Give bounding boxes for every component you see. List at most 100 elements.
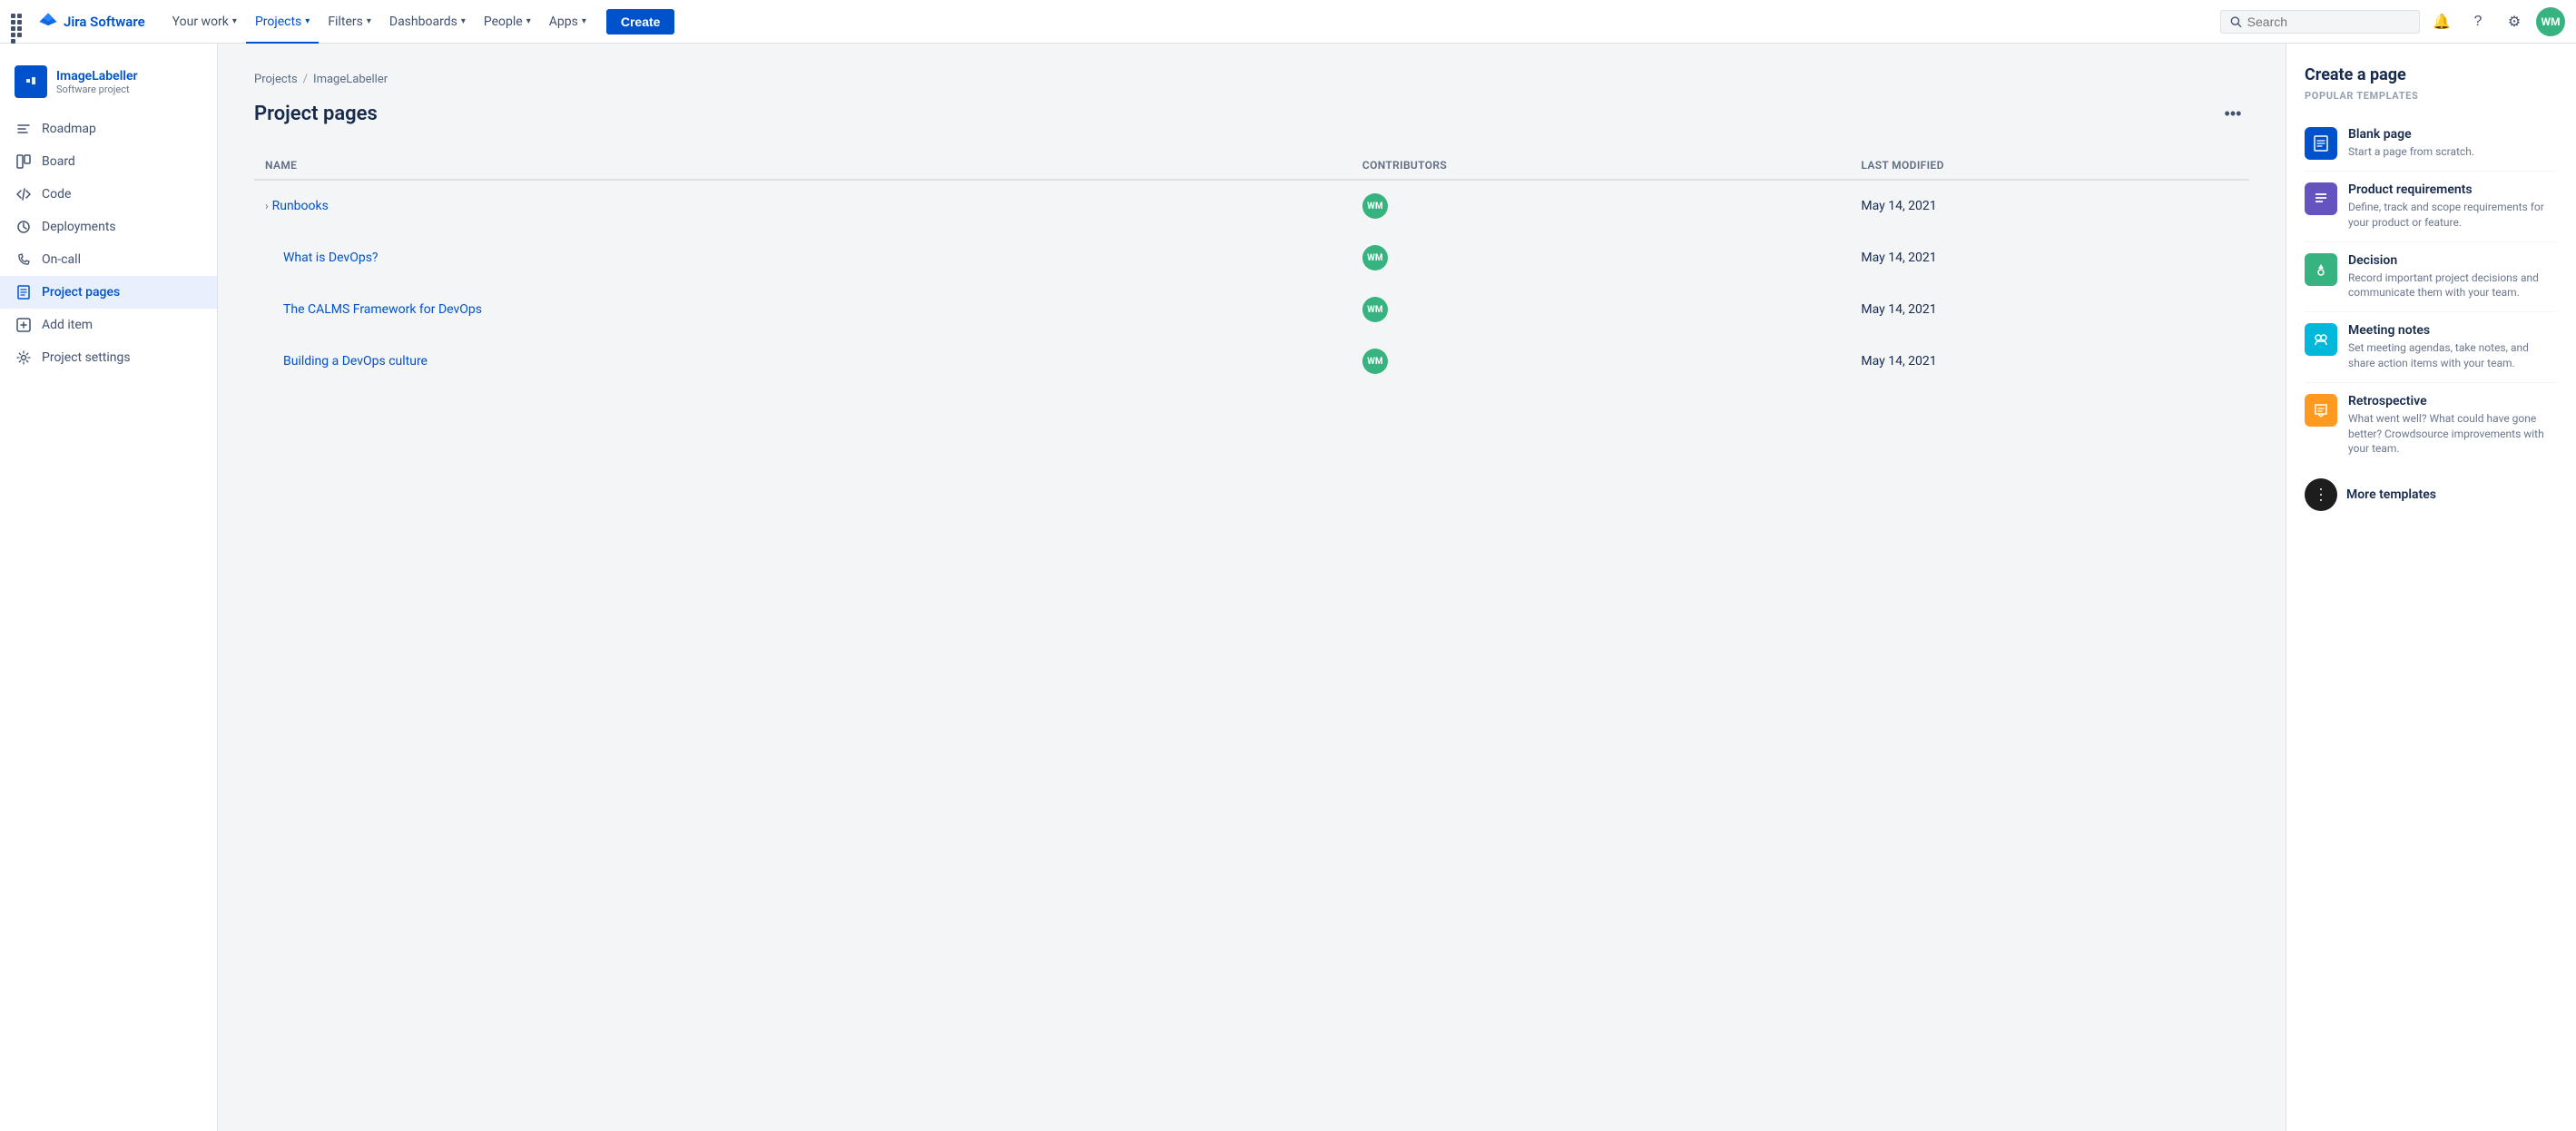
project-icon xyxy=(15,65,47,98)
sidebar-item-project-pages[interactable]: Project pages xyxy=(0,276,217,309)
more-templates-button[interactable]: More templates xyxy=(2305,467,2558,522)
pages-table: Name Contributors Last modified › Runboo… xyxy=(254,152,2249,388)
template-icon xyxy=(2305,253,2337,286)
nav-projects[interactable]: Projects ▾ xyxy=(246,0,319,44)
breadcrumb: Projects / ImageLabeller xyxy=(254,73,2249,86)
last-modified-date: May 14, 2021 xyxy=(1861,199,1936,213)
template-item-3[interactable]: Meeting notes Set meeting agendas, take … xyxy=(2305,312,2558,383)
col-header-contributors: Contributors xyxy=(1352,152,1851,180)
breadcrumb-projects[interactable]: Projects xyxy=(254,73,298,86)
page-header: Project pages ••• xyxy=(254,97,2249,130)
nav-apps[interactable]: Apps ▾ xyxy=(540,0,595,44)
template-info: Blank page Start a page from scratch. xyxy=(2348,127,2474,160)
settings-button[interactable]: ⚙ xyxy=(2500,7,2529,36)
more-templates-label: More templates xyxy=(2346,487,2436,502)
chevron-down-icon: ▾ xyxy=(582,16,586,26)
search-input[interactable] xyxy=(2247,15,2410,29)
contributor-avatar: WM xyxy=(1362,349,1388,374)
settings-icon xyxy=(15,349,33,367)
chevron-down-icon: ▾ xyxy=(461,16,466,26)
app-switcher-button[interactable] xyxy=(11,14,27,30)
contributor-avatar: WM xyxy=(1362,245,1388,270)
template-description: Define, track and scope requirements for… xyxy=(2348,200,2558,231)
sidebar-item-code[interactable]: Code xyxy=(0,178,217,211)
nav-dashboards[interactable]: Dashboards ▾ xyxy=(380,0,475,44)
template-icon xyxy=(2305,323,2337,356)
sidebar-item-oncall[interactable]: On-call xyxy=(0,243,217,276)
page-link[interactable]: What is DevOps? xyxy=(283,251,379,265)
notifications-button[interactable]: 🔔 xyxy=(2427,7,2456,36)
template-info: Product requirements Define, track and s… xyxy=(2348,182,2558,231)
expand-icon[interactable]: › xyxy=(265,200,269,212)
table-row: › Runbooks WM May 14, 2021 xyxy=(254,180,2249,232)
nav-your-work[interactable]: Your work ▾ xyxy=(163,0,246,44)
template-item-1[interactable]: Product requirements Define, track and s… xyxy=(2305,172,2558,242)
project-pages-icon xyxy=(15,283,33,301)
contributor-avatar: WM xyxy=(1362,297,1388,322)
sidebar-item-project-settings[interactable]: Project settings xyxy=(0,341,217,374)
template-info: Decision Record important project decisi… xyxy=(2348,253,2558,301)
sidebar-item-deployments[interactable]: Deployments xyxy=(0,211,217,243)
create-button[interactable]: Create xyxy=(606,9,675,34)
page-link[interactable]: Runbooks xyxy=(272,199,329,213)
template-icon xyxy=(2305,127,2337,160)
last-modified-date: May 14, 2021 xyxy=(1861,354,1936,369)
page-link[interactable]: The CALMS Framework for DevOps xyxy=(283,302,482,317)
template-item-4[interactable]: Retrospective What went well? What could… xyxy=(2305,383,2558,467)
breadcrumb-project[interactable]: ImageLabeller xyxy=(313,73,388,86)
table-row: Building a DevOps culture WM May 14, 202… xyxy=(254,336,2249,388)
help-button[interactable]: ? xyxy=(2463,7,2492,36)
sidebar-item-roadmap[interactable]: Roadmap xyxy=(0,113,217,145)
logo-text: Jira Software xyxy=(64,14,145,30)
template-icon xyxy=(2305,394,2337,427)
col-header-name: Name xyxy=(254,152,1352,180)
more-options-button[interactable]: ••• xyxy=(2217,97,2249,130)
col-header-modified: Last modified xyxy=(1850,152,2249,180)
logo[interactable]: Jira Software xyxy=(38,12,145,32)
template-description: What went well? What could have gone bet… xyxy=(2348,411,2558,457)
user-avatar[interactable]: WM xyxy=(2536,7,2565,36)
last-modified-date: May 14, 2021 xyxy=(1861,251,1936,265)
board-icon xyxy=(15,152,33,171)
chevron-down-icon: ▾ xyxy=(526,16,531,26)
template-description: Record important project decisions and c… xyxy=(2348,270,2558,301)
nav-left: Jira Software Your work ▾ Projects ▾ Fil… xyxy=(11,0,674,44)
project-name[interactable]: ImageLabeller xyxy=(56,69,138,84)
sidebar-nav: Roadmap Board Code Deployments xyxy=(0,113,217,374)
nav-filters[interactable]: Filters ▾ xyxy=(319,0,380,44)
sidebar-item-add-item[interactable]: Add item xyxy=(0,309,217,341)
pages-list: › Runbooks WM May 14, 2021 What is DevOp… xyxy=(254,180,2249,388)
project-header: ImageLabeller Software project xyxy=(0,58,217,113)
project-logo-icon xyxy=(21,72,41,92)
search-box[interactable] xyxy=(2220,10,2420,34)
code-icon xyxy=(15,185,33,203)
page-link[interactable]: Building a DevOps culture xyxy=(283,354,428,369)
add-icon xyxy=(15,316,33,334)
template-info: Meeting notes Set meeting agendas, take … xyxy=(2348,323,2558,371)
chevron-down-icon: ▾ xyxy=(305,16,310,26)
app-layout: ImageLabeller Software project Roadmap B… xyxy=(0,44,2576,1131)
project-type: Software project xyxy=(56,84,138,95)
oncall-icon xyxy=(15,251,33,269)
nav-people[interactable]: People ▾ xyxy=(475,0,540,44)
deployments-icon xyxy=(15,218,33,236)
jira-logo-icon xyxy=(38,12,58,32)
template-item-0[interactable]: Blank page Start a page from scratch. xyxy=(2305,116,2558,172)
templates-list: Blank page Start a page from scratch. Pr… xyxy=(2305,116,2558,467)
main-nav: Your work ▾ Projects ▾ Filters ▾ Dashboa… xyxy=(163,0,595,44)
table-header: Name Contributors Last modified xyxy=(254,152,2249,180)
template-description: Set meeting agendas, take notes, and sha… xyxy=(2348,340,2558,371)
search-icon xyxy=(2230,15,2242,28)
template-name: Product requirements xyxy=(2348,182,2558,197)
template-name: Blank page xyxy=(2348,127,2474,142)
template-item-2[interactable]: Decision Record important project decisi… xyxy=(2305,242,2558,313)
sidebar-item-board[interactable]: Board xyxy=(0,145,217,178)
chevron-down-icon: ▾ xyxy=(232,16,237,26)
contributor-avatar: WM xyxy=(1362,193,1388,219)
template-description: Start a page from scratch. xyxy=(2348,144,2474,160)
roadmap-icon xyxy=(15,120,33,138)
table-row: The CALMS Framework for DevOps WM May 14… xyxy=(254,284,2249,336)
sidebar: ImageLabeller Software project Roadmap B… xyxy=(0,44,218,1131)
page-title: Project pages xyxy=(254,103,378,125)
panel-title: Create a page xyxy=(2305,65,2558,84)
